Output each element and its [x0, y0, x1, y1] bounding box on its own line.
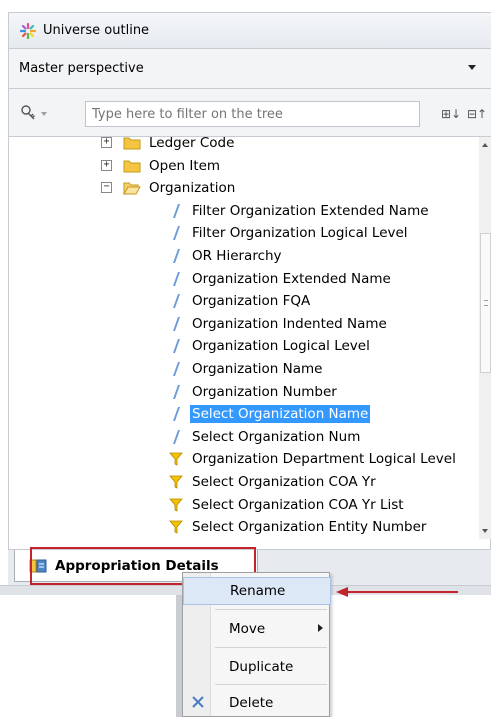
- tree-item-label: Filter Organization Extended Name: [192, 202, 429, 219]
- perspective-value: Master perspective: [19, 61, 144, 76]
- tree-item-label: Open Item: [149, 157, 221, 174]
- tree-item-label: Select Organization COA Yr List: [192, 496, 404, 513]
- submenu-arrow-icon: [318, 624, 323, 632]
- tree-scrollbar[interactable]: [479, 137, 491, 539]
- tree-item-label: Select Organization COA Yr: [192, 474, 376, 490]
- tree-item[interactable]: Organization Extended Name: [171, 268, 393, 290]
- tree-item-label: Select Organization Entity Number: [192, 519, 427, 536]
- tree-item[interactable]: Organization Logical Level: [171, 335, 372, 357]
- tree-item-label: Organization: [149, 180, 236, 197]
- dimension-icon: [171, 361, 181, 377]
- tree-item-label: Select Organization Name: [190, 405, 371, 424]
- context-menu: Rename Move Duplicate Delete: [182, 572, 331, 717]
- scroll-down-icon[interactable]: [482, 529, 488, 533]
- filter-toolbar: ⊞↓ ⊟↑: [9, 89, 491, 137]
- dimension-icon: [171, 429, 181, 445]
- tree-item[interactable]: Select Organization Name: [171, 403, 371, 425]
- tree-item[interactable]: Organization Department Logical Level: [169, 448, 458, 470]
- tree-item-label: Organization Logical Level: [192, 338, 370, 355]
- dimension-icon: [171, 225, 181, 241]
- scroll-up-icon[interactable]: [482, 143, 488, 147]
- tree-item-label: Organization Extended Name: [192, 270, 391, 287]
- grip-icon: [484, 300, 488, 306]
- panel-title: Universe outline: [43, 23, 150, 38]
- tree-item-label: Organization Name: [192, 361, 323, 377]
- filter-tool-icon[interactable]: [19, 104, 37, 122]
- tree-item[interactable]: OR Hierarchy: [171, 245, 284, 267]
- perspective-dropdown[interactable]: Master perspective: [9, 49, 491, 89]
- tree-item-label: OR Hierarchy: [192, 248, 282, 264]
- filter-tool-dropdown-icon[interactable]: [41, 112, 47, 116]
- tree-item[interactable]: Filter Organization Logical Level: [171, 222, 410, 244]
- tree-item[interactable]: Organization FQA: [171, 290, 312, 312]
- tree-item-label: Ledger Code: [149, 137, 235, 151]
- collapse-all-icon[interactable]: ⊟↑: [467, 107, 487, 121]
- tree-item[interactable]: + Open Item: [101, 155, 222, 177]
- collapse-icon[interactable]: −: [101, 182, 112, 194]
- dimension-icon: [171, 293, 181, 309]
- dimension-icon: [171, 338, 181, 354]
- menu-item-label: Move: [229, 621, 266, 637]
- tree-item[interactable]: − Organization: [101, 177, 237, 199]
- tree-item[interactable]: + Ledger Code: [101, 137, 236, 154]
- universe-tree: + Ledger Code + Open Item − Organization Filte…: [9, 137, 479, 539]
- folder-open-icon: [123, 181, 141, 197]
- tree-item-label: Organization Number: [192, 383, 337, 400]
- menu-separator: [215, 647, 327, 648]
- universe-outline-icon: [19, 22, 37, 40]
- tree-item-label: Organization FQA: [192, 293, 311, 310]
- dimension-icon: [171, 271, 181, 287]
- folder-icon: [123, 137, 141, 150]
- tree-item[interactable]: Select Organization COA Yr List: [169, 494, 406, 516]
- menu-separator: [215, 609, 327, 610]
- filter-icon: [169, 452, 183, 467]
- tree-item[interactable]: Select Organization COA Yr: [169, 471, 378, 493]
- menu-item-move[interactable]: Move: [183, 615, 331, 643]
- expand-icon[interactable]: +: [101, 159, 112, 171]
- tree-item[interactable]: Organization Name: [171, 358, 324, 380]
- tree-item[interactable]: Organization Number: [171, 381, 339, 403]
- menu-item-label: Rename: [230, 583, 286, 599]
- menu-item-label: Delete: [229, 695, 274, 711]
- filter-icon: [169, 475, 183, 489]
- tree-item[interactable]: Filter Organization Extended Name: [171, 200, 431, 222]
- tree-item-label: Organization Indented Name: [192, 315, 387, 332]
- scrollbar-thumb[interactable]: [480, 233, 491, 373]
- filter-icon: [169, 498, 183, 512]
- folder-icon: [123, 159, 141, 173]
- business-layer-icon: [29, 558, 47, 574]
- tree-item-label: Select Organization Num: [192, 428, 361, 445]
- dimension-icon: [171, 406, 181, 422]
- menu-separator: [215, 684, 327, 685]
- tree-item-label: Organization Department Logical Level: [192, 451, 456, 468]
- tree-item-label: Filter Organization Logical Level: [192, 225, 408, 242]
- expand-icon[interactable]: +: [101, 137, 112, 148]
- dimension-icon: [171, 248, 181, 264]
- tree-item[interactable]: Select Organization Num: [171, 426, 362, 448]
- chevron-down-icon[interactable]: [468, 65, 476, 70]
- expand-all-icon[interactable]: ⊞↓: [441, 107, 461, 121]
- menu-item-rename[interactable]: Rename: [183, 577, 331, 605]
- universe-outline-panel: Universe outline Master perspective ⊞↓ ⊟…: [8, 12, 491, 552]
- tree-item[interactable]: Organization Indented Name: [171, 313, 389, 335]
- menu-item-delete[interactable]: Delete: [183, 689, 331, 717]
- filter-icon: [169, 520, 183, 534]
- dimension-icon: [171, 203, 181, 219]
- tree-item[interactable]: Select Organization Entity Number: [169, 516, 428, 538]
- menu-item-duplicate[interactable]: Duplicate: [183, 653, 331, 681]
- delete-x-icon: [191, 695, 205, 709]
- panel-titlebar: Universe outline: [9, 13, 491, 49]
- tree-filter-input[interactable]: [85, 101, 420, 127]
- dimension-icon: [171, 384, 181, 400]
- dimension-icon: [171, 316, 181, 332]
- callout-arrow-icon: [336, 587, 458, 597]
- menu-item-label: Duplicate: [229, 659, 294, 675]
